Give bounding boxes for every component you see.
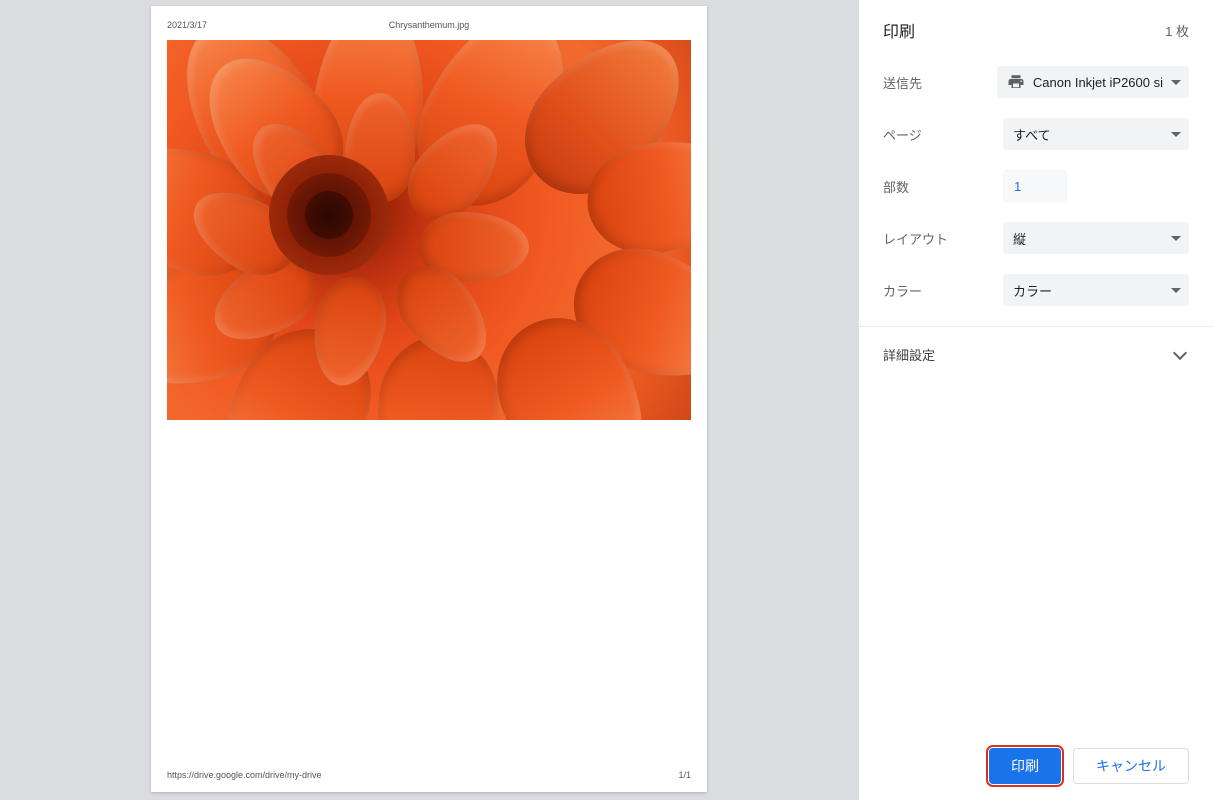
preview-filename: Chrysanthemum.jpg bbox=[389, 20, 470, 30]
color-select[interactable]: カラー bbox=[1003, 274, 1189, 306]
layout-value: 縦 bbox=[1013, 229, 1163, 248]
cancel-button[interactable]: キャンセル bbox=[1073, 748, 1189, 784]
preview-header-spacer bbox=[651, 20, 691, 30]
preview-header: 2021/3/17 Chrysanthemum.jpg bbox=[167, 20, 691, 30]
copies-value: 1 bbox=[1014, 179, 1021, 194]
chevron-down-icon bbox=[1173, 345, 1187, 359]
preview-page-indicator: 1/1 bbox=[678, 770, 691, 780]
caret-down-icon bbox=[1171, 80, 1181, 85]
destination-select[interactable]: Canon Inkjet iP2600 si bbox=[997, 66, 1189, 98]
more-settings-label: 詳細設定 bbox=[883, 345, 935, 364]
pages-select[interactable]: すべて bbox=[1003, 118, 1189, 150]
layout-label: レイアウト bbox=[883, 229, 1003, 248]
copies-input[interactable]: 1 bbox=[1003, 170, 1067, 202]
pages-label: ページ bbox=[883, 125, 1003, 144]
preview-page: 2021/3/17 Chrysanthemum.jpg bbox=[151, 6, 707, 792]
destination-value: Canon Inkjet iP2600 si bbox=[1033, 75, 1163, 90]
caret-down-icon bbox=[1171, 236, 1181, 241]
layout-select[interactable]: 縦 bbox=[1003, 222, 1189, 254]
preview-image bbox=[167, 40, 691, 420]
preview-footer-url: https://drive.google.com/drive/my-drive bbox=[167, 770, 322, 780]
divider bbox=[859, 326, 1213, 327]
destination-label: 送信先 bbox=[883, 73, 997, 92]
print-button[interactable]: 印刷 bbox=[989, 748, 1061, 784]
print-settings-panel: 印刷 1 枚 送信先 Canon Inkjet iP2600 si ページ すべ… bbox=[858, 0, 1213, 800]
caret-down-icon bbox=[1171, 132, 1181, 137]
sheet-count: 1 枚 bbox=[1165, 21, 1189, 40]
panel-title: 印刷 bbox=[883, 18, 915, 42]
preview-date: 2021/3/17 bbox=[167, 20, 207, 30]
more-settings-toggle[interactable]: 詳細設定 bbox=[883, 345, 1189, 384]
copies-label: 部数 bbox=[883, 177, 1003, 196]
caret-down-icon bbox=[1171, 288, 1181, 293]
print-preview-area: 2021/3/17 Chrysanthemum.jpg bbox=[0, 0, 858, 800]
printer-icon bbox=[1007, 73, 1025, 91]
color-label: カラー bbox=[883, 281, 1003, 300]
color-value: カラー bbox=[1013, 281, 1163, 300]
pages-value: すべて bbox=[1013, 125, 1163, 144]
preview-footer: https://drive.google.com/drive/my-drive … bbox=[167, 770, 691, 780]
